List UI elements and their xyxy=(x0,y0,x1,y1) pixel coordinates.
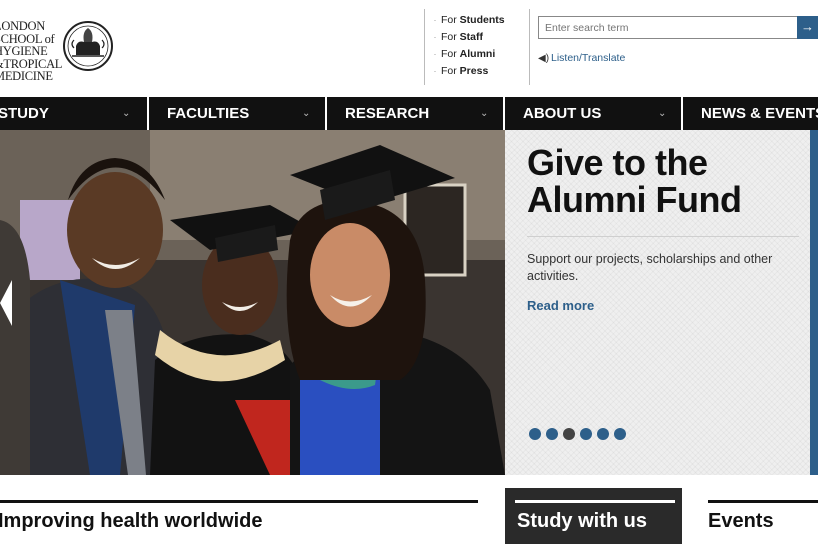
logo-wordmark[interactable]: LONDON SCHOOL of HYGIENE &TROPICAL MEDIC… xyxy=(0,19,62,83)
carousel-dot[interactable] xyxy=(580,428,592,440)
hero-carousel-image[interactable] xyxy=(0,130,505,475)
main-navigation: STUDY ⌄ FACULTIES ⌄ RESEARCH ⌄ ABOUT US … xyxy=(0,97,818,130)
for-staff-link[interactable]: · For Staff xyxy=(433,31,484,43)
chevron-down-icon: ⌄ xyxy=(302,108,311,119)
chevron-down-icon: ⌄ xyxy=(480,108,489,119)
promo-title: Give to the Alumni Fund xyxy=(527,142,742,220)
logo-line: MEDICINE xyxy=(0,69,53,83)
section-rule xyxy=(0,500,478,503)
carousel-dot[interactable] xyxy=(529,428,541,440)
for-press-link[interactable]: · For Press xyxy=(433,65,489,77)
section-rule xyxy=(708,500,818,503)
nav-item-faculties[interactable]: FACULTIES ⌄ xyxy=(167,97,325,130)
nav-divider xyxy=(325,97,327,130)
nav-divider xyxy=(681,97,683,130)
study-with-us-section[interactable]: Study with us xyxy=(505,488,682,544)
chevron-down-icon: ⌄ xyxy=(122,108,131,119)
section-rule xyxy=(515,500,675,503)
listen-translate-link[interactable]: ◀) Listen/Translate xyxy=(538,52,625,64)
speaker-icon: ◀) xyxy=(538,53,550,64)
bullet-icon: · xyxy=(433,49,437,59)
search-input[interactable] xyxy=(538,16,798,39)
carousel-dot[interactable] xyxy=(597,428,609,440)
read-more-link[interactable]: Read more xyxy=(527,298,594,313)
promo-accent-bar xyxy=(810,130,818,475)
previous-slide-arrow-icon[interactable] xyxy=(0,280,12,326)
nav-item-research[interactable]: RESEARCH ⌄ xyxy=(345,97,503,130)
logo-line: LONDON xyxy=(0,19,45,33)
logo-line: HYGIENE xyxy=(0,44,48,58)
search-submit-button[interactable]: → xyxy=(797,16,818,39)
school-seal-icon[interactable] xyxy=(62,18,114,73)
section-title: Study with us xyxy=(517,510,647,532)
promo-panel: Give to the Alumni Fund Support our proj… xyxy=(505,130,818,475)
for-students-link[interactable]: · For Students xyxy=(433,14,505,26)
bullet-icon: · xyxy=(433,15,437,25)
nav-divider xyxy=(503,97,505,130)
carousel-dot-active[interactable] xyxy=(563,428,575,440)
graduates-photo xyxy=(0,130,505,475)
section-title[interactable]: Improving health worldwide xyxy=(0,510,262,533)
nav-item-news-events[interactable]: NEWS & EVENTS xyxy=(701,97,818,130)
for-alumni-link[interactable]: · For Alumni xyxy=(433,48,496,60)
promo-description: Support our projects, scholarships and o… xyxy=(527,252,773,283)
section-title[interactable]: Events xyxy=(708,510,774,533)
nav-item-about-us[interactable]: ABOUT US ⌄ xyxy=(523,97,681,130)
nav-divider xyxy=(147,97,149,130)
bullet-icon: · xyxy=(433,32,437,42)
audience-links: · For Students · For Staff · For Alumni · Fo… xyxy=(424,9,530,85)
chevron-down-icon: ⌄ xyxy=(658,108,667,119)
promo-divider xyxy=(527,236,799,237)
arrow-right-icon: → xyxy=(801,19,814,34)
improving-health-section: Improving health worldwide xyxy=(0,500,480,544)
carousel-dot[interactable] xyxy=(546,428,558,440)
bullet-icon: · xyxy=(433,66,437,76)
site-header: LONDON SCHOOL of HYGIENE &TROPICAL MEDIC… xyxy=(0,0,818,97)
nav-item-study[interactable]: STUDY ⌄ xyxy=(0,97,145,130)
events-section: Events xyxy=(708,500,818,544)
carousel-dot[interactable] xyxy=(614,428,626,440)
